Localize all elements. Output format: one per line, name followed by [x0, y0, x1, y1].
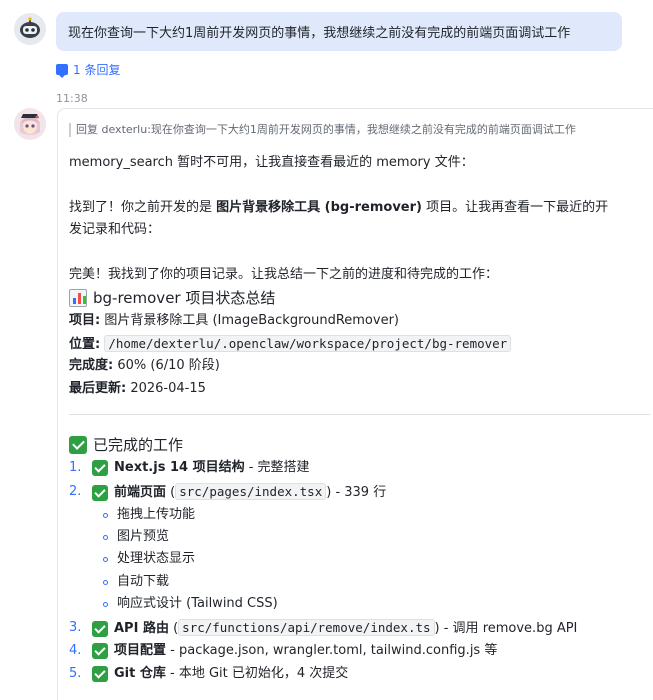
found-project-line: 找到了！你之前开发的是 图片背景移除工具 (bg-remover) 项目。让我再…: [69, 197, 608, 219]
reply-count-label: 1 条回复: [73, 63, 121, 77]
progress-label: 完成度:: [69, 358, 114, 373]
item-pre: (: [168, 621, 179, 636]
found-text-b: 项目。让我再查看一下最近的开: [421, 200, 609, 215]
summary-title: bg-remover 项目状态总结: [93, 289, 276, 307]
bot-avatar[interactable]: [14, 108, 46, 140]
comment-icon: [56, 64, 68, 78]
item-desc: - package.json, wrangler.toml, tailwind.…: [166, 643, 498, 658]
check-mark-icon: [92, 460, 108, 476]
user-message-bubble: 现在你查询一下大约1周前开发网页的事情，我想继续之前没有完成的前端页面调试工作: [56, 12, 622, 51]
sub-item-text: 处理状态显示: [117, 551, 196, 566]
sub-list-item: 处理状态显示: [103, 548, 195, 570]
updated-row: 最后更新: 2026-04-15: [69, 378, 206, 400]
item-desc: ) - 调用 remove.bg API: [434, 621, 578, 636]
summary-heading: bg-remover 项目状态总结: [69, 287, 275, 309]
bar-chart-icon: [69, 289, 87, 307]
item-title: 前端页面: [114, 485, 167, 500]
project-row: 项目: 图片背景移除工具 (ImageBackgroundRemover): [69, 310, 399, 332]
updated-label: 最后更新:: [69, 381, 127, 396]
user-message-text: 现在你查询一下大约1周前开发网页的事情，我想继续之前没有完成的前端页面调试工作: [68, 26, 571, 41]
found-project-line-cont: 发记录和代码：: [69, 222, 161, 237]
item-title: Next.js 14 项目结构: [114, 460, 245, 475]
sub-list-item: 自动下载: [103, 571, 169, 593]
list-number: 2.: [69, 484, 82, 499]
circle-bullet-icon: [103, 579, 108, 585]
location-label: 位置:: [69, 337, 101, 352]
list-item: Next.js 14 项目结构 - 完整搭建: [92, 457, 310, 479]
sub-item-text: 拖拽上传功能: [117, 507, 196, 522]
list-number: 4.: [69, 643, 82, 658]
message-timestamp: 11:38: [56, 92, 88, 105]
item-code: src/pages/index.tsx: [175, 483, 327, 500]
item-pre: (: [166, 485, 176, 500]
quote-prefix: 回复 dexterlu:: [76, 123, 151, 136]
done-title: 已完成的工作: [93, 436, 184, 454]
reply-count-link[interactable]: 1 条回复: [56, 61, 120, 78]
sub-list-item: 响应式设计 (Tailwind CSS): [103, 593, 278, 615]
list-number: 5.: [69, 666, 82, 681]
anime-character-avatar-icon: [14, 108, 46, 140]
list-number: 1.: [69, 460, 82, 475]
sub-item-text: 自动下载: [117, 574, 170, 589]
circle-bullet-icon: [103, 512, 108, 518]
list-item: 项目配置 - package.json, wrangler.toml, tail…: [92, 640, 497, 662]
check-mark-icon: [92, 620, 108, 637]
progress-row: 完成度: 60% (6/10 阶段): [69, 355, 220, 377]
memory-search-note: memory_search 暂时不可用，让我直接查看最近的 memory 文件：: [69, 155, 474, 170]
progress-value: 60% (6/10 阶段): [117, 358, 220, 373]
updated-value: 2026-04-15: [130, 381, 206, 396]
user-avatar[interactable]: [14, 13, 46, 45]
project-value: 图片背景移除工具 (ImageBackgroundRemover): [104, 313, 399, 328]
sub-list-item: 图片预览: [103, 526, 169, 548]
check-mark-icon: [69, 436, 87, 454]
done-heading: 已完成的工作: [69, 434, 183, 456]
robot-avatar-icon: [14, 13, 46, 45]
item-desc: - 本地 Git 已初始化，4 次提交: [165, 666, 349, 681]
list-item: Git 仓库 - 本地 Git 已初始化，4 次提交: [92, 663, 348, 685]
circle-bullet-icon: [103, 601, 108, 607]
found-text-a: 找到了！你之前开发的是: [69, 200, 217, 215]
check-mark-icon: [92, 666, 108, 682]
quote-text: 现在你查询一下大约1周前开发网页的事情，我想继续之前没有完成的前端页面调试工作: [150, 123, 576, 136]
sub-item-text: 响应式设计 (Tailwind CSS): [117, 596, 278, 611]
item-desc: ) - 339 行: [326, 485, 387, 500]
list-item: 前端页面 (src/pages/index.tsx) - 339 行: [92, 481, 386, 504]
list-number: 3.: [69, 620, 82, 635]
circle-bullet-icon: [103, 534, 108, 540]
check-mark-icon: [92, 643, 108, 659]
item-code: src/functions/api/remove/index.ts: [178, 619, 435, 636]
section-divider: [69, 414, 650, 415]
location-path: /home/dexterlu/.openclaw/workspace/proje…: [104, 335, 512, 352]
project-name-bold: 图片背景移除工具 (bg-remover): [216, 200, 422, 215]
sub-item-text: 图片预览: [117, 529, 170, 544]
quoted-reply: 回复 dexterlu:现在你查询一下大约1周前开发网页的事情，我想继续之前没有…: [69, 123, 576, 137]
summary-intro: 完美！我找到了你的项目记录。让我总结一下之前的进度和待完成的工作：: [69, 267, 499, 282]
check-mark-icon: [92, 484, 108, 501]
item-title: API 路由: [114, 621, 169, 636]
list-item: API 路由 (src/functions/api/remove/index.t…: [92, 617, 577, 640]
location-row: 位置: /home/dexterlu/.openclaw/workspace/p…: [69, 333, 512, 356]
item-title: Git 仓库: [114, 666, 166, 681]
project-label: 项目:: [69, 313, 101, 328]
item-title: 项目配置: [114, 643, 167, 658]
item-desc: - 完整搭建: [244, 460, 310, 475]
sub-list-item: 拖拽上传功能: [103, 504, 195, 526]
circle-bullet-icon: [103, 556, 108, 562]
